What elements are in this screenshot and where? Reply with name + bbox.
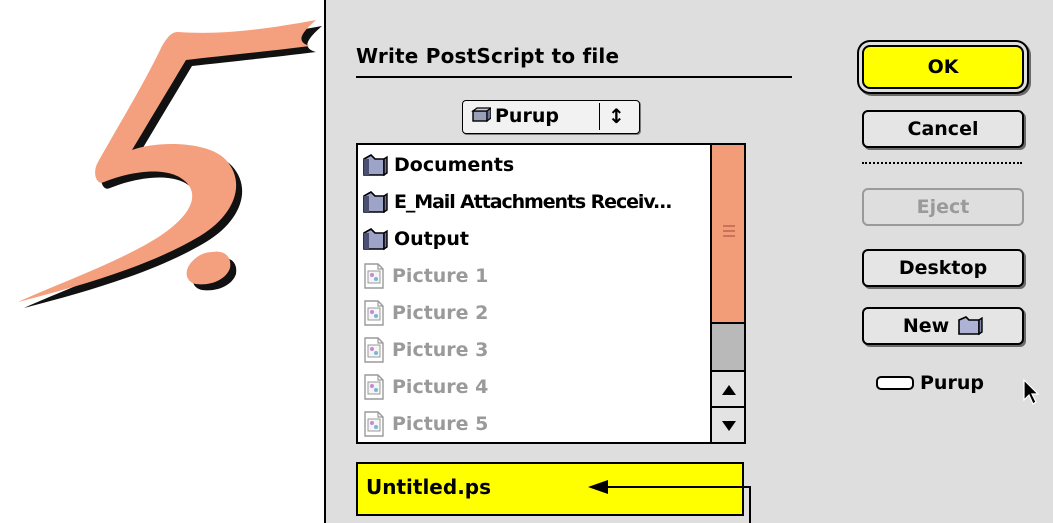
button-separator [862, 162, 1022, 164]
location-popup-label: Purup [495, 105, 559, 127]
location-popup-menu[interactable]: Purup ↕ [462, 100, 640, 134]
title-underline [356, 76, 792, 78]
list-item-name: Picture 3 [392, 339, 489, 361]
popup-divider [599, 103, 600, 130]
file-list[interactable]: Documents E_Mail Attachments Receiv... Out… [356, 143, 746, 444]
grip-icon [723, 225, 735, 239]
list-item-name: Output [394, 228, 469, 250]
list-item-name: Picture 2 [392, 302, 489, 324]
arrow-down-icon [722, 420, 736, 431]
filename-field[interactable]: Untitled.ps [356, 462, 744, 516]
dialog-title: Write PostScript to file [356, 44, 620, 68]
picture-file-icon [364, 263, 384, 289]
volume-indicator: Purup [876, 372, 984, 394]
vertical-scrollbar[interactable] [710, 145, 744, 442]
folder-icon [363, 228, 388, 251]
new-folder-label: New [902, 315, 950, 337]
list-item[interactable]: Picture 2 [362, 295, 488, 331]
list-item[interactable]: Output [362, 221, 469, 257]
list-item-name: Picture 1 [392, 265, 489, 287]
list-item[interactable]: Documents [362, 147, 514, 183]
up-down-arrows-icon: ↕ [608, 104, 625, 128]
filename-value: Untitled.ps [366, 475, 492, 499]
list-item-name: Picture 4 [392, 376, 489, 398]
picture-file-icon [364, 411, 384, 437]
list-item-name: E_Mail Attachments Receiv... [394, 191, 673, 213]
list-item-name: Documents [394, 154, 515, 176]
folder-icon [363, 191, 388, 214]
list-item[interactable]: Picture 4 [362, 369, 488, 405]
scroll-down-button[interactable] [712, 406, 744, 442]
disk-icon [471, 107, 491, 123]
volume-label: Purup [920, 372, 984, 394]
save-dialog: Write PostScript to file Purup ↕ Documen… [324, 0, 1053, 523]
mouse-pointer-icon [1023, 378, 1040, 405]
picture-file-icon [364, 337, 384, 363]
cancel-button[interactable]: Cancel [862, 110, 1024, 148]
scroll-up-button[interactable] [712, 370, 744, 407]
list-item-name: Picture 5 [392, 413, 489, 435]
list-item[interactable]: Picture 1 [362, 258, 488, 294]
list-item[interactable]: Picture 3 [362, 332, 488, 368]
picture-file-icon [364, 374, 384, 400]
scrollbar-thumb[interactable] [712, 145, 744, 324]
step-number-5-graphic [18, 20, 322, 308]
drive-icon [876, 376, 914, 390]
eject-button[interactable]: Eject [862, 188, 1024, 226]
ok-button[interactable]: OK [862, 45, 1024, 89]
list-item[interactable]: Picture 5 [362, 406, 488, 442]
folder-icon [958, 316, 983, 336]
desktop-button[interactable]: Desktop [862, 249, 1024, 287]
list-item[interactable]: E_Mail Attachments Receiv... [362, 184, 673, 220]
arrow-up-icon [722, 384, 736, 395]
folder-icon [363, 154, 388, 177]
picture-file-icon [364, 300, 384, 326]
new-folder-button[interactable]: New [862, 307, 1024, 345]
